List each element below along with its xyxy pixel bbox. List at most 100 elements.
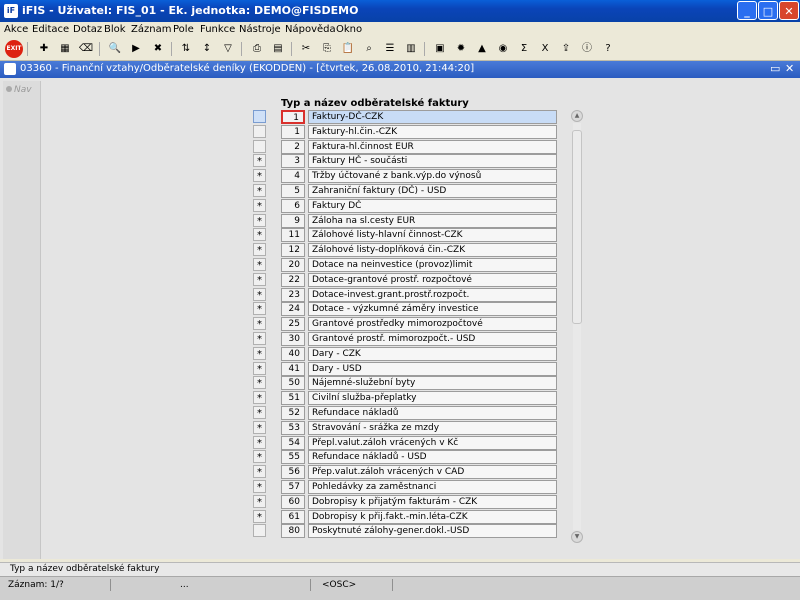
invoice-type-code-field[interactable]: 11 [281, 228, 305, 243]
record-marker[interactable]: * [253, 406, 266, 419]
table-row[interactable]: * 25 Grantové prostředky mimorozpočtové [253, 317, 558, 332]
scroll-thumb[interactable] [572, 130, 582, 324]
invoice-type-name-field[interactable]: Zálohové listy-doplňková čin.-CZK [308, 243, 557, 258]
invoice-type-name-field[interactable]: Refundace nákladů - USD [308, 450, 557, 465]
navigator-icon[interactable]: ▣ [432, 41, 448, 57]
table-row[interactable]: * 51 Civilní služba-přeplatky [253, 391, 558, 406]
table-row[interactable]: * 3 Faktury HČ - součásti [253, 154, 558, 169]
record-marker[interactable]: * [253, 509, 266, 523]
invoice-type-code-field[interactable]: 24 [281, 302, 305, 317]
invoice-type-code-field[interactable]: 53 [281, 420, 305, 435]
table-row[interactable]: * 4 Tržby účtované z bank.výp.do výnosů [253, 169, 558, 184]
record-marker[interactable]: * [253, 184, 266, 197]
invoice-type-code-field[interactable]: 60 [281, 494, 305, 509]
record-marker[interactable]: * [253, 272, 266, 286]
invoice-type-name-field[interactable]: Přep.valut.záloh vrácených v CAD [308, 465, 557, 480]
columns-icon[interactable]: ▥ [403, 41, 419, 57]
invoice-type-name-field[interactable]: Grantové prostředky mimorozpočtové [308, 317, 557, 332]
globe-icon[interactable]: ◉ [495, 41, 511, 57]
table-row[interactable]: * 52 Refundace nákladů [253, 406, 558, 420]
invoice-type-name-field[interactable]: Poskytnuté zálohy-gener.dokl.-USD [308, 524, 557, 539]
invoice-type-name-field[interactable]: Zálohové listy-hlavní činnost-CZK [308, 228, 557, 243]
table-row[interactable]: * 24 Dotace - výzkumné záměry investice [253, 302, 558, 317]
record-marker[interactable]: * [253, 361, 266, 375]
table-row[interactable]: * 5 Zahraniční faktury (DČ) - USD [253, 184, 558, 198]
record-marker[interactable]: * [253, 494, 266, 508]
table-row[interactable]: * 53 Stravování - srážka ze mzdy [253, 420, 558, 435]
invoice-type-code-field[interactable]: 61 [281, 509, 305, 524]
invoice-type-code-field[interactable]: 41 [281, 361, 305, 376]
menu-zaznam[interactable]: Záznam [131, 24, 171, 35]
table-row[interactable]: * 56 Přep.valut.záloh vrácených v CAD [253, 465, 558, 480]
invoice-type-name-field[interactable]: Dary - USD [308, 361, 557, 376]
settings-icon[interactable]: ✹ [453, 41, 469, 57]
record-marker[interactable]: * [253, 376, 266, 390]
record-marker[interactable]: * [253, 332, 266, 345]
record-marker[interactable]: * [253, 480, 266, 493]
table-row[interactable]: * 41 Dary - USD [253, 361, 558, 376]
record-marker[interactable]: * [253, 213, 266, 227]
invoice-type-code-field[interactable]: 9 [281, 213, 305, 228]
table-row[interactable]: 1 Faktury-hl.čin.-CZK [253, 124, 558, 139]
invoice-type-code-field[interactable]: 30 [281, 332, 305, 346]
cancel-query-icon[interactable]: ✖ [150, 41, 166, 57]
table-row[interactable]: * 11 Zálohové listy-hlavní činnost-CZK [253, 228, 558, 243]
table-row[interactable]: * 30 Grantové prostř. mimorozpočt.- USD [253, 332, 558, 346]
info-icon[interactable]: ⓘ [579, 41, 595, 57]
table-row[interactable]: * 50 Nájemné-služební byty [253, 376, 558, 391]
sort-desc-icon[interactable]: ↕ [199, 41, 215, 57]
invoice-type-name-field[interactable]: Faktury DČ [308, 198, 557, 213]
invoice-type-name-field[interactable]: Stravování - srážka ze mzdy [308, 420, 557, 435]
record-marker[interactable] [253, 124, 266, 138]
list-icon[interactable]: ☰ [382, 41, 398, 57]
invoice-type-name-field[interactable]: Refundace nákladů [308, 406, 557, 420]
table-row[interactable]: * 40 Dary - CZK [253, 346, 558, 361]
nav-toggle[interactable]: Nav [6, 85, 32, 95]
table-row[interactable]: * 61 Dobropisy k přij.fakt.-min.léta-CZK [253, 509, 558, 524]
table-row[interactable]: * 54 Přepl.valut.záloh vrácených v Kč [253, 435, 558, 450]
record-marker[interactable] [253, 524, 266, 538]
paste-icon[interactable]: 📋 [340, 41, 356, 57]
enter-query-icon[interactable]: 🔍 [107, 41, 123, 57]
filter-icon[interactable]: ▽ [220, 41, 236, 57]
menu-blok[interactable]: Blok [104, 24, 126, 35]
table-row[interactable]: 2 Faktura-hl.činnost EUR [253, 139, 558, 154]
menu-dotaz[interactable]: Dotaz [73, 24, 102, 35]
sort-icon[interactable]: ⇅ [178, 41, 194, 57]
record-marker[interactable]: * [253, 420, 266, 434]
invoice-type-name-field[interactable]: Faktury HČ - součásti [308, 154, 557, 169]
invoice-type-code-field[interactable]: 52 [281, 406, 305, 420]
execute-query-icon[interactable]: ▶ [128, 41, 144, 57]
invoice-type-code-field[interactable]: 22 [281, 272, 305, 287]
invoice-type-name-field[interactable]: Dotace - výzkumné záměry investice [308, 302, 557, 317]
invoice-type-code-field[interactable]: 23 [281, 287, 305, 302]
exit-button[interactable]: EXIT [5, 40, 23, 58]
invoice-type-code-field[interactable]: 5 [281, 184, 305, 198]
form-restore-icon[interactable]: ▭ [770, 62, 780, 75]
record-marker[interactable]: * [253, 465, 266, 479]
invoice-type-name-field[interactable]: Dary - CZK [308, 346, 557, 361]
invoice-type-name-field[interactable]: Záloha na sl.cesty EUR [308, 213, 557, 228]
invoice-type-name-field[interactable]: Dobropisy k přij.fakt.-min.léta-CZK [308, 509, 557, 524]
scroll-down-icon[interactable]: ▼ [571, 531, 583, 543]
invoice-type-code-field[interactable]: 12 [281, 243, 305, 258]
invoice-type-code-field[interactable]: 55 [281, 450, 305, 465]
invoice-type-name-field[interactable]: Tržby účtované z bank.výp.do výnosů [308, 169, 557, 184]
invoice-type-code-field[interactable]: 3 [281, 154, 305, 169]
menu-akce[interactable]: Akce [4, 24, 28, 35]
sum-icon[interactable]: Σ [516, 41, 532, 57]
help-icon[interactable]: ? [600, 41, 616, 57]
invoice-type-code-field[interactable]: 50 [281, 376, 305, 391]
invoice-type-name-field[interactable]: Přepl.valut.záloh vrácených v Kč [308, 435, 557, 450]
invoice-type-name-field[interactable]: Pohledávky za zaměstnanci [308, 480, 557, 494]
table-row[interactable]: * 12 Zálohové listy-doplňková čin.-CZK [253, 243, 558, 258]
invoice-type-code-field[interactable]: 51 [281, 391, 305, 406]
invoice-type-code-field[interactable]: 1 [281, 110, 305, 124]
copy-icon[interactable]: ⎘ [319, 41, 335, 57]
invoice-type-name-field[interactable]: Civilní služba-přeplatky [308, 391, 557, 406]
table-row[interactable]: 80 Poskytnuté zálohy-gener.dokl.-USD [253, 524, 558, 539]
table-row[interactable]: * 23 Dotace-invest.grant.prostř.rozpočt. [253, 287, 558, 302]
menu-okno[interactable]: Okno [336, 24, 362, 35]
record-marker[interactable]: * [253, 346, 266, 360]
record-marker[interactable]: * [253, 198, 266, 212]
